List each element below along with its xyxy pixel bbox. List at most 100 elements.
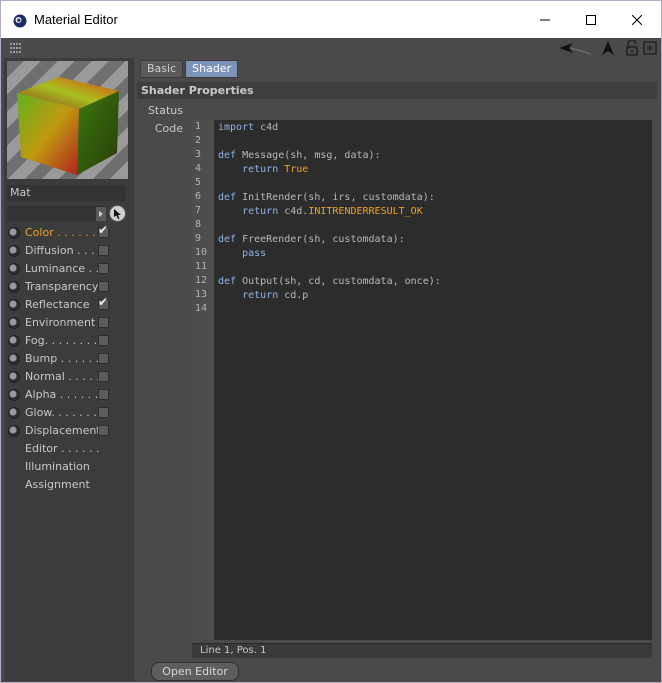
channel-checkbox[interactable] [98, 317, 109, 328]
channel-item[interactable]: Fog. . . . . . . . [4, 332, 134, 350]
channel-label[interactable]: Editor . . . . . . [25, 442, 100, 455]
channel-item[interactable]: Color . . . . . . . [4, 223, 134, 242]
code-line: def Message(sh, msg, data): [218, 149, 441, 163]
code-label: Code [154, 122, 183, 135]
channel-checkbox[interactable] [98, 245, 109, 256]
line-number: 8 [195, 219, 202, 230]
code-token: def [218, 234, 237, 245]
code-token: return [242, 164, 279, 175]
close-button[interactable] [614, 1, 660, 38]
pick-cursor-icon[interactable] [109, 205, 126, 222]
lock-icon[interactable] [624, 40, 640, 56]
code-token: INITRENDERRESULT_OK [308, 206, 423, 217]
channel-item[interactable]: Luminance . . [4, 260, 134, 278]
channel-item[interactable]: Assignment [4, 476, 134, 494]
toolbar [1, 38, 661, 58]
channel-label[interactable]: Color . . . . . . . [25, 226, 103, 239]
close-icon [632, 14, 642, 25]
new-window-icon[interactable] [642, 40, 658, 56]
cinema4d-icon [13, 14, 27, 28]
channel-checkbox[interactable] [98, 353, 109, 364]
channel-label[interactable]: Reflectance [25, 298, 90, 311]
channel-label[interactable]: Glow. . . . . . . [25, 406, 97, 419]
channel-checkbox[interactable] [98, 281, 109, 292]
code-token: Message(sh, msg, data): [236, 150, 381, 161]
cursor-position: Line 1, Pos. 1 [200, 645, 267, 656]
back-arrow-icon[interactable] [557, 40, 593, 56]
channel-label[interactable]: Illumination [25, 460, 90, 473]
navigate-up-icon[interactable] [600, 40, 616, 56]
material-sidebar: Mat Color . . . . . . . Diffusion . . . Lu… [4, 58, 134, 681]
code-line: pass [218, 247, 441, 261]
tab-basic[interactable]: Basic [140, 60, 184, 78]
channel-label[interactable]: Environment [25, 316, 95, 329]
channel-label[interactable]: Alpha . . . . . . [25, 388, 98, 401]
code-token: c4d. [278, 206, 309, 217]
open-editor-button[interactable]: Open Editor [151, 662, 239, 681]
code-editor[interactable]: 1 2 3 4 5 6 7 8 9 10 11 12 13 14 import c4d def Messa… [192, 120, 652, 640]
code-token: return [242, 290, 279, 301]
channel-item[interactable]: Environment [4, 314, 134, 332]
line-number: 6 [195, 191, 202, 202]
channel-label[interactable]: Normal . . . . . [25, 370, 100, 383]
channel-filter-input[interactable] [7, 206, 107, 221]
channel-radio[interactable] [8, 299, 20, 311]
channel-item[interactable]: Editor . . . . . . [4, 440, 134, 458]
channel-radio[interactable] [8, 335, 20, 347]
line-number-gutter: 1 2 3 4 5 6 7 8 9 10 11 12 13 14 [192, 120, 214, 640]
channel-radio[interactable] [8, 389, 20, 401]
line-number: 7 [195, 205, 202, 216]
material-name-field[interactable]: Mat [7, 185, 126, 201]
filter-dropdown-arrow[interactable] [96, 207, 106, 221]
channel-checkbox[interactable] [98, 425, 109, 436]
channel-item[interactable]: Normal . . . . . [4, 368, 134, 386]
channel-item[interactable]: Bump . . . . . . [4, 350, 134, 368]
minimize-button[interactable] [522, 1, 568, 38]
channel-label[interactable]: Fog. . . . . . . . [25, 334, 97, 347]
channel-label[interactable]: Transparency [25, 280, 98, 293]
channel-radio[interactable] [8, 407, 20, 419]
channel-checkbox[interactable] [98, 335, 109, 346]
channel-radio[interactable] [8, 281, 20, 293]
material-preview[interactable] [7, 61, 128, 179]
channel-item[interactable]: Diffusion . . . [4, 242, 134, 260]
channel-item[interactable]: Displacement [4, 422, 134, 440]
channel-radio[interactable] [8, 425, 20, 437]
code-token: def [218, 150, 237, 161]
line-number: 10 [195, 247, 208, 258]
channel-checkbox[interactable] [98, 263, 109, 274]
channel-radio[interactable] [8, 263, 20, 275]
line-number: 12 [195, 275, 208, 286]
channel-radio[interactable] [8, 317, 20, 329]
tab-shader[interactable]: Shader [185, 60, 239, 78]
code-token: return [242, 206, 279, 217]
code-content[interactable]: import c4d def Message(sh, msg, data): r… [218, 121, 441, 317]
channel-label[interactable]: Diffusion . . . [25, 244, 95, 257]
line-number: 9 [195, 233, 202, 244]
channel-item[interactable]: Illumination [4, 458, 134, 476]
channel-label[interactable]: Bump . . . . . . [25, 352, 99, 365]
channel-checkbox[interactable] [98, 371, 109, 382]
channel-checkbox[interactable] [98, 223, 109, 238]
maximize-button[interactable] [568, 1, 614, 38]
channel-item[interactable]: Alpha . . . . . . [4, 386, 134, 404]
channel-item[interactable]: Transparency [4, 278, 134, 296]
status-label: Status [147, 104, 183, 117]
channel-label[interactable]: Displacement [25, 424, 101, 437]
code-token: c4d [254, 122, 279, 133]
channel-checkbox[interactable] [98, 295, 109, 310]
channel-checkbox[interactable] [98, 389, 109, 400]
channel-label[interactable]: Assignment [25, 478, 90, 491]
channel-radio[interactable] [8, 371, 20, 383]
channel-item[interactable]: Reflectance [4, 295, 134, 314]
channel-radio[interactable] [8, 245, 20, 257]
channel-radio[interactable] [8, 227, 20, 239]
channel-checkbox[interactable] [98, 407, 109, 418]
grip-icon[interactable] [10, 42, 22, 54]
channel-item[interactable]: Glow. . . . . . . [4, 404, 134, 422]
line-number: 11 [195, 261, 208, 272]
channel-label[interactable]: Luminance . . [25, 262, 99, 275]
channel-radio[interactable] [8, 353, 20, 365]
